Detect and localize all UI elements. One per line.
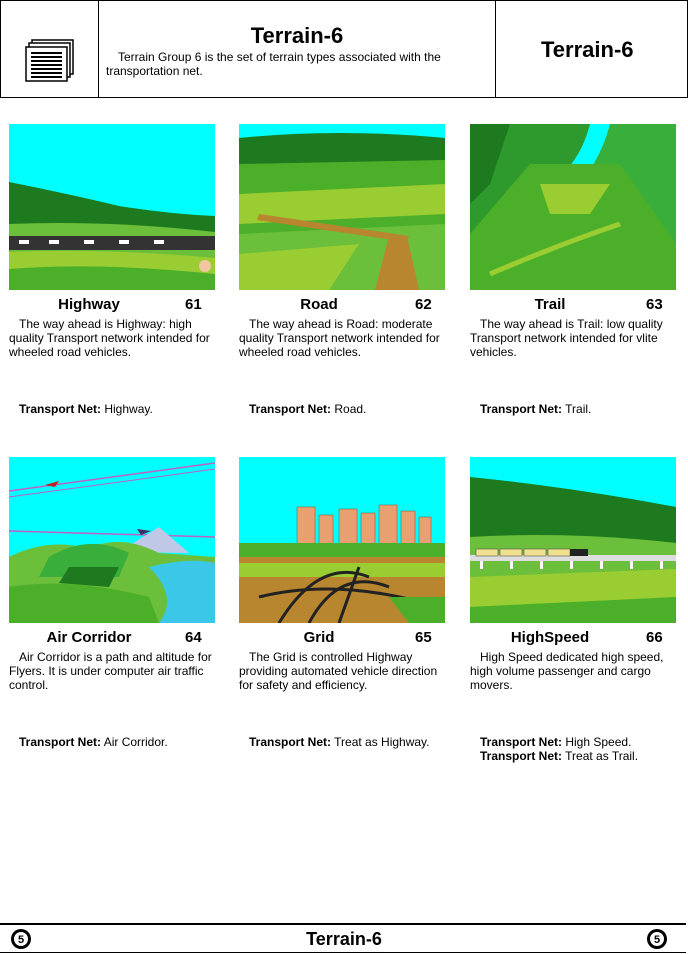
transport-net-line: Transport Net: Treat as Highway. [249,735,430,749]
transport-net-line: Transport Net: Air Corridor. [19,735,168,749]
card-description: The Grid is controlled Highway providing… [239,650,438,692]
highspeed-illustration [470,457,676,623]
transport-net-line: Transport Net: Highway. [19,402,153,416]
transport-net-line: Transport Net: Trail. [480,402,592,416]
document-stack-icon [25,39,74,82]
transport-net-line: Transport Net: Road. [249,402,367,416]
card-name: Trail [534,296,566,313]
card-description: Air Corridor is a path and altitude for … [9,650,212,692]
page-description: Terrain Group 6 is the set of terrain ty… [106,50,441,78]
footer-title: Terrain-6 [306,929,382,949]
header-center: Terrain-6 Terrain Group 6 is the set of … [99,1,496,97]
card-number: 66 [646,629,663,646]
card-name: Highway [58,296,120,313]
card-number: 64 [185,629,202,646]
card-number: 62 [415,296,432,313]
header-right-title: Terrain-6 [541,37,634,62]
card-name: Road [300,296,338,313]
card-number: 65 [415,629,432,646]
page-title: Terrain-6 [250,23,344,48]
transport-net-line: Transport Net: Treat as Trail. [480,749,639,763]
card-number: 63 [646,296,663,313]
card-name: Air Corridor [46,629,132,646]
grid-illustration [239,457,445,623]
air-corridor-illustration [9,457,215,623]
card-description: The way ahead is Trail: low quality Tran… [470,317,663,359]
page-header: Terrain-6 Terrain Group 6 is the set of … [0,0,688,98]
card-description: High Speed dedicated high speed, high vo… [470,650,664,692]
trail-illustration [470,124,676,290]
page-badge-right-icon: 5 [647,929,667,949]
road-illustration [239,124,445,290]
card-description: The way ahead is Road: moderate quality … [239,317,440,359]
footer-divider-top [0,923,686,925]
highway-illustration [9,124,215,290]
svg-text:5: 5 [654,934,660,946]
header-icon-cell [1,1,99,97]
footer-divider-bottom [0,952,686,953]
card-description: The way ahead is Highway: high quality T… [9,317,210,359]
card-number: 61 [185,296,202,313]
card-name: Grid [303,629,335,646]
card-name: HighSpeed [510,629,590,646]
transport-net-line: Transport Net: High Speed. [480,735,632,749]
